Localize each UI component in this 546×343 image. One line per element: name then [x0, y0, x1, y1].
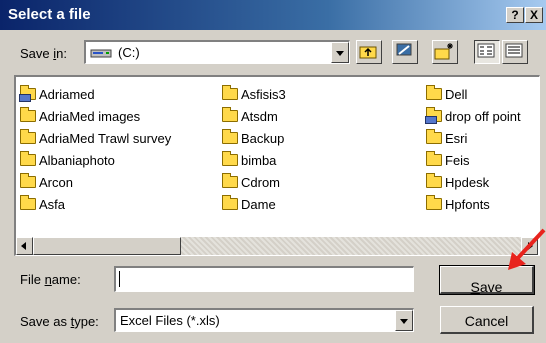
list-item[interactable]: Esri — [426, 127, 521, 149]
window-title: Select a file — [8, 6, 91, 23]
list-view-button[interactable] — [474, 40, 500, 64]
save-as-type-dropdown[interactable]: Excel Files (*.xls) — [114, 308, 414, 332]
save-as-type-label: Save as type: — [20, 314, 99, 329]
list-item[interactable]: Dell — [426, 83, 521, 105]
pointer-arrow-icon — [508, 228, 546, 270]
file-column-1: Adriamed AdriaMed images AdriaMed Trawl … — [19, 83, 171, 215]
details-view-button[interactable] — [502, 40, 528, 64]
new-folder-icon — [434, 43, 453, 60]
file-name-input[interactable] — [114, 266, 414, 292]
list-item[interactable]: Backup — [222, 127, 286, 149]
drive-icon — [90, 49, 112, 58]
folder-icon — [222, 129, 238, 144]
help-button[interactable]: ? — [506, 7, 524, 23]
save-as-type-value: Excel Files (*.xls) — [120, 313, 220, 328]
folder-icon — [20, 151, 36, 166]
shared-folder-icon — [425, 107, 442, 124]
folder-icon — [426, 85, 442, 100]
folder-icon — [222, 173, 238, 188]
folder-icon — [222, 107, 238, 122]
folder-icon — [426, 151, 442, 166]
chevron-down-icon[interactable] — [395, 310, 413, 331]
list-item[interactable]: drop off point — [425, 105, 521, 127]
folder-icon — [20, 195, 36, 210]
file-list[interactable]: Adriamed AdriaMed images AdriaMed Trawl … — [14, 75, 540, 256]
cancel-button[interactable]: Cancel — [440, 306, 534, 334]
up-one-level-button[interactable] — [356, 40, 382, 64]
folder-icon — [222, 151, 238, 166]
folder-icon — [222, 85, 238, 100]
file-column-3: Dell drop off point Esri Feis Hpdesk Hpf… — [425, 83, 521, 215]
details-view-icon — [505, 43, 523, 58]
list-item[interactable]: AdriaMed images — [20, 105, 171, 127]
list-item[interactable]: Cdrom — [222, 171, 286, 193]
new-folder-button[interactable] — [432, 40, 458, 64]
desktop-icon — [396, 43, 412, 56]
list-item[interactable]: Arcon — [20, 171, 171, 193]
list-item[interactable]: Asfa — [20, 193, 171, 215]
desktop-button[interactable] — [392, 40, 418, 64]
title-bar: Select a file ? X — [0, 0, 546, 30]
scroll-thumb[interactable] — [33, 237, 181, 255]
close-button[interactable]: X — [525, 7, 543, 23]
folder-icon — [426, 129, 442, 144]
list-item[interactable]: Dame — [222, 193, 286, 215]
folder-up-icon — [359, 46, 377, 59]
scroll-left-icon[interactable] — [16, 237, 33, 255]
list-item[interactable]: Asfisis3 — [222, 83, 286, 105]
folder-icon — [426, 173, 442, 188]
list-item[interactable]: Albaniaphoto — [20, 149, 171, 171]
save-in-label: Save in: — [20, 46, 67, 61]
save-in-value: (C:) — [90, 45, 140, 60]
folder-icon — [222, 195, 238, 210]
list-item[interactable]: bimba — [222, 149, 286, 171]
file-column-2: Asfisis3 Atsdm Backup bimba Cdrom Dame — [222, 83, 286, 215]
folder-icon — [20, 129, 36, 144]
folder-icon — [20, 173, 36, 188]
list-item[interactable]: Feis — [426, 149, 521, 171]
shared-folder-icon — [19, 85, 36, 102]
list-item[interactable]: Atsdm — [222, 105, 286, 127]
list-item[interactable]: Hpdesk — [426, 171, 521, 193]
file-name-label: File name: — [20, 272, 81, 287]
folder-icon — [20, 107, 36, 122]
list-item[interactable]: AdriaMed Trawl survey — [20, 127, 171, 149]
save-in-dropdown[interactable]: (C:) — [84, 40, 350, 64]
chevron-down-icon[interactable] — [331, 42, 349, 63]
text-caret — [119, 271, 120, 287]
list-item[interactable]: Hpfonts — [426, 193, 521, 215]
horizontal-scrollbar[interactable] — [16, 237, 538, 255]
list-item[interactable]: Adriamed — [19, 83, 171, 105]
list-view-icon — [477, 43, 495, 58]
folder-icon — [426, 195, 442, 210]
